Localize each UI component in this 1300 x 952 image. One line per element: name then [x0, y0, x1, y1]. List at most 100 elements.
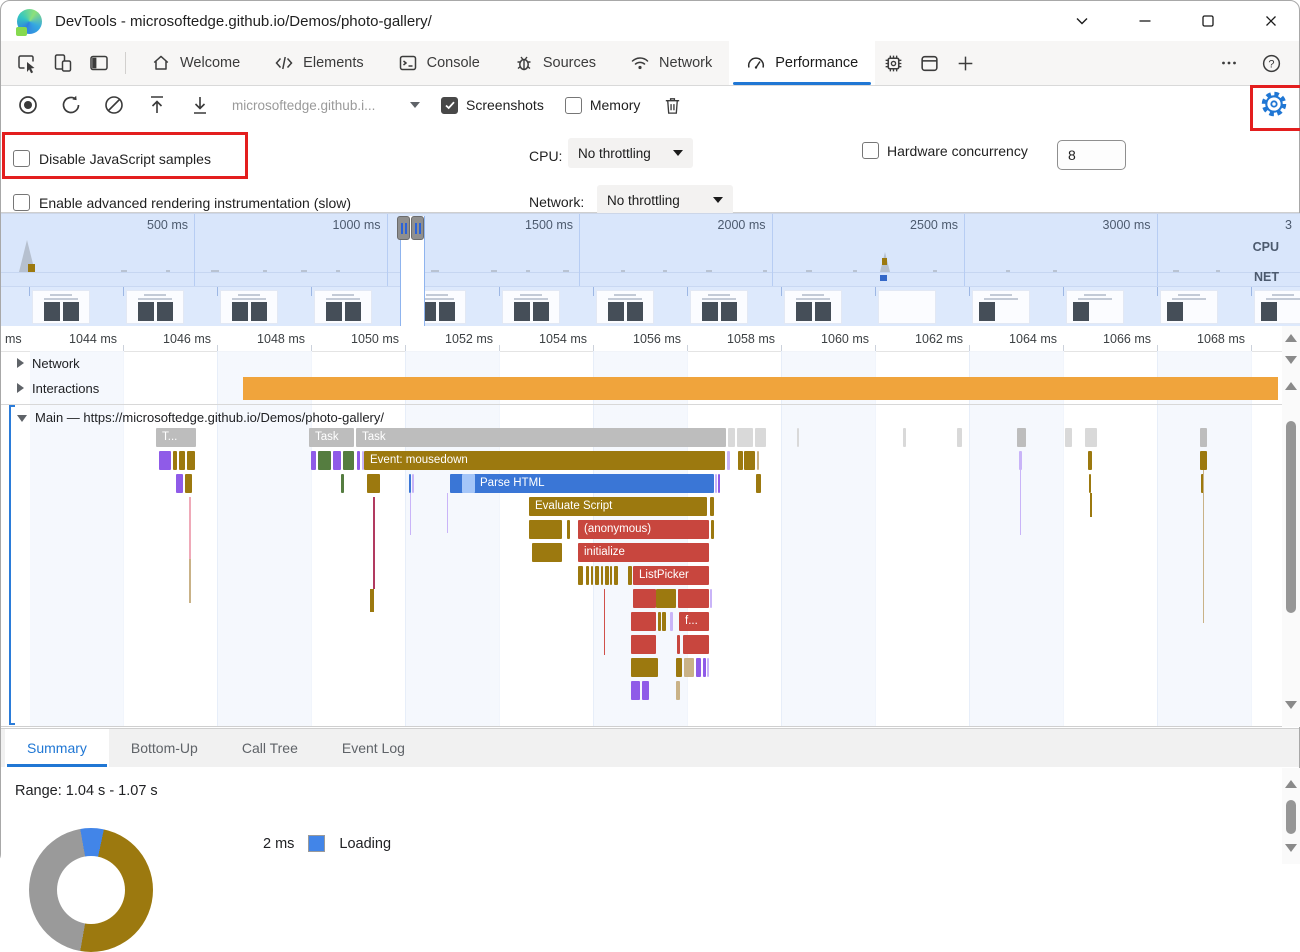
- flame-bar[interactable]: [159, 451, 171, 470]
- flame-bar[interactable]: [715, 474, 717, 493]
- flame-bar[interactable]: [676, 658, 682, 677]
- scroll-down-icon[interactable]: [1285, 701, 1297, 709]
- flame-bar[interactable]: [656, 589, 676, 608]
- flame-bar[interactable]: [591, 566, 593, 585]
- scroll-up-icon[interactable]: [1285, 382, 1297, 390]
- flame-bar[interactable]: [1019, 451, 1022, 470]
- flame-bar[interactable]: [1017, 428, 1026, 447]
- flame-bar[interactable]: [670, 612, 673, 631]
- memory-toggle[interactable]: Memory: [565, 97, 641, 114]
- flame-bar[interactable]: [1085, 428, 1097, 447]
- filmstrip-frame[interactable]: [687, 287, 781, 327]
- hardware-concurrency-checkbox[interactable]: [862, 142, 879, 159]
- clear-recording-button[interactable]: [103, 94, 125, 116]
- filmstrip-frame[interactable]: [1251, 287, 1300, 327]
- tab-network[interactable]: Network: [613, 41, 729, 85]
- flame-bar[interactable]: [797, 428, 799, 447]
- filmstrip-frame[interactable]: [311, 287, 405, 327]
- device-emulation-button[interactable]: [45, 41, 81, 85]
- flame-bar[interactable]: [187, 451, 195, 470]
- filmstrip-frame[interactable]: [1157, 287, 1251, 327]
- flame-bar[interactable]: [1065, 428, 1072, 447]
- expand-arrow-icon[interactable]: [17, 383, 24, 393]
- flame-bar[interactable]: [677, 635, 680, 654]
- flame-bar[interactable]: [633, 589, 656, 608]
- flame-bar[interactable]: [173, 451, 177, 470]
- flame-bar[interactable]: [367, 474, 380, 493]
- flame-bar[interactable]: [678, 589, 709, 608]
- flame-bar[interactable]: [1200, 451, 1207, 470]
- flame-bar[interactable]: [711, 520, 714, 539]
- flame-bar[interactable]: [738, 451, 743, 470]
- flame-bar-t[interactable]: T...: [156, 428, 196, 447]
- flame-bar[interactable]: [757, 451, 759, 470]
- capture-settings-gear-icon[interactable]: [1260, 90, 1288, 118]
- cpu-throttling-select[interactable]: No throttling: [568, 138, 693, 168]
- filmstrip-frame[interactable]: [969, 287, 1063, 327]
- track-interactions[interactable]: Interactions: [17, 381, 99, 396]
- flame-bar-event-mousedown[interactable]: Event: mousedown: [364, 451, 725, 470]
- tab-bottom-up[interactable]: Bottom-Up: [109, 729, 220, 767]
- screenshots-checkbox[interactable]: [441, 97, 458, 114]
- add-tab-plus-icon[interactable]: [947, 41, 983, 85]
- flame-bar[interactable]: [703, 658, 706, 677]
- help-icon[interactable]: ?: [1253, 53, 1289, 74]
- flame-bar[interactable]: [595, 566, 599, 585]
- scroll-up-icon[interactable]: [1285, 780, 1297, 788]
- filmstrip-frame[interactable]: [1063, 287, 1157, 327]
- minimize-button[interactable]: [1136, 13, 1153, 30]
- flame-bar[interactable]: [343, 451, 354, 470]
- flame-bar-task[interactable]: Task: [309, 428, 354, 447]
- flame-bar[interactable]: [311, 451, 316, 470]
- flame-bar[interactable]: [601, 566, 603, 585]
- flame-bar[interactable]: [176, 474, 183, 493]
- screenshots-toggle[interactable]: Screenshots: [441, 97, 544, 114]
- network-throttling-select[interactable]: No throttling: [597, 185, 733, 215]
- flame-bar[interactable]: [684, 658, 694, 677]
- window-menu-chevron-icon[interactable]: [1073, 13, 1090, 30]
- load-profile-button[interactable]: [189, 94, 211, 116]
- flame-bar[interactable]: [462, 474, 475, 493]
- flame-bar[interactable]: [567, 520, 570, 539]
- flame-bar[interactable]: [631, 658, 658, 677]
- flame-bar[interactable]: [529, 520, 562, 539]
- flame-bar[interactable]: [578, 566, 583, 585]
- page-selector-dropdown[interactable]: microsoftedge.github.i...: [232, 98, 420, 113]
- interaction-span-bar[interactable]: [243, 377, 1278, 400]
- flame-bar[interactable]: [755, 428, 766, 447]
- reload-and-record-button[interactable]: [60, 94, 82, 116]
- flame-bar[interactable]: [631, 681, 640, 700]
- flame-bar[interactable]: [357, 451, 360, 470]
- flame-bar-f[interactable]: f...: [679, 612, 709, 631]
- chip-panel-icon[interactable]: [875, 41, 911, 85]
- filmstrip-frame[interactable]: [781, 287, 875, 327]
- record-button[interactable]: [17, 94, 39, 116]
- selection-right-handle[interactable]: [411, 216, 424, 240]
- summary-scrollbar-track[interactable]: [1282, 768, 1300, 864]
- flame-bar[interactable]: [341, 474, 344, 493]
- filmstrip-frame[interactable]: [499, 287, 593, 327]
- filmstrip-frame[interactable]: [875, 287, 969, 327]
- flame-bar[interactable]: [662, 612, 666, 631]
- flame-bar[interactable]: [683, 635, 709, 654]
- filmstrip-frame[interactable]: [123, 287, 217, 327]
- drawer-panel-icon[interactable]: [911, 41, 947, 85]
- flame-bar-parse-html[interactable]: Parse HTML: [450, 474, 714, 493]
- flame-bar[interactable]: [631, 635, 656, 654]
- flame-chart[interactable]: T...TaskTaskEvent: mousedownParse HTMLEv…: [1, 424, 1282, 727]
- flame-bar[interactable]: [610, 566, 612, 585]
- flame-bar[interactable]: [1089, 474, 1091, 493]
- scroll-down-icon[interactable]: [1285, 356, 1297, 364]
- tab-elements[interactable]: Elements: [257, 41, 380, 85]
- hardware-concurrency-input[interactable]: 8: [1057, 140, 1126, 170]
- flame-bar[interactable]: [179, 451, 185, 470]
- flame-bar-evaluate-script[interactable]: Evaluate Script: [529, 497, 707, 516]
- tab-call-tree[interactable]: Call Tree: [220, 729, 320, 767]
- flame-bar[interactable]: [710, 497, 714, 516]
- tab-event-log[interactable]: Event Log: [320, 729, 427, 767]
- inspect-element-button[interactable]: [9, 41, 45, 85]
- flame-bar[interactable]: [185, 474, 192, 493]
- flame-bar[interactable]: [628, 566, 632, 585]
- timeline-overview[interactable]: CPU NET 3 500 ms1000 ms1500 ms2000 ms250…: [1, 213, 1300, 287]
- flame-bar[interactable]: [903, 428, 906, 447]
